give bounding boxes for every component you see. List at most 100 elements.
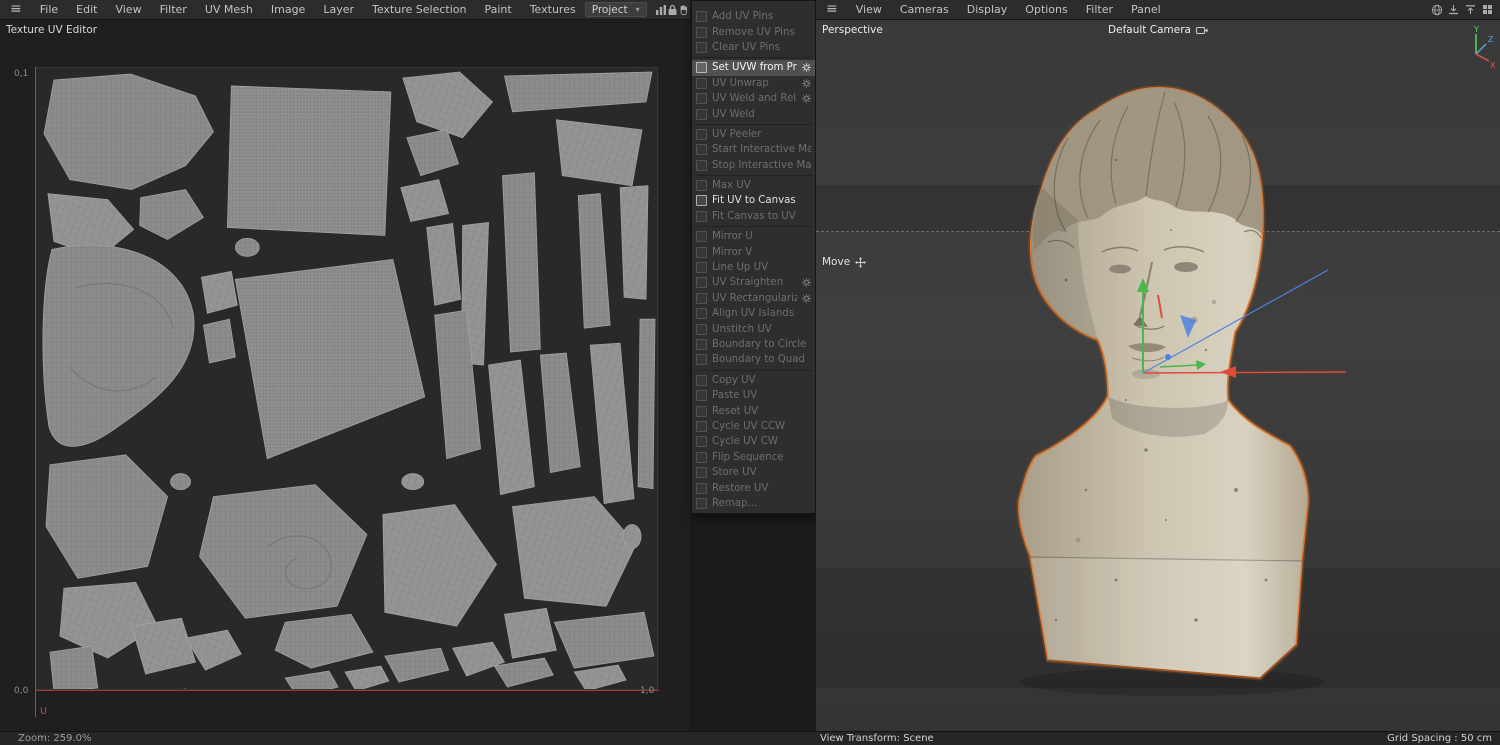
uv-commands-context-menu: Add UV Pins Remove UV Pins Clear UV Pins… <box>691 0 816 514</box>
menu-separator <box>692 55 815 60</box>
reset-icon <box>696 406 707 417</box>
flip-icon <box>696 452 707 463</box>
menu-separator <box>692 224 815 229</box>
vp-menu-cameras[interactable]: Cameras <box>891 0 958 20</box>
menu-item-stop-interactive-mapping: Stop Interactive Mapping <box>692 158 815 173</box>
menu-file[interactable]: File <box>31 0 67 20</box>
histogram-icon[interactable] <box>655 1 667 18</box>
view-transform-status: View Transform: Scene <box>820 733 934 744</box>
menu-item-boundary-to-quad: Boundary to Quad <box>692 352 815 367</box>
vp-menu-panel[interactable]: Panel <box>1122 0 1170 20</box>
restore-icon <box>696 483 707 494</box>
stop-mapping-icon <box>696 160 707 171</box>
grid-spacing-status: Grid Spacing : 50 cm <box>1387 733 1492 744</box>
z-axis-label: Z <box>1488 35 1494 44</box>
align-islands-icon <box>696 308 707 319</box>
menu-image[interactable]: Image <box>262 0 314 20</box>
uv-coord-top-left: 0,1 <box>14 69 28 79</box>
menu-edit[interactable]: Edit <box>67 0 106 20</box>
menu-item-store-uv: Store UV <box>692 465 815 480</box>
pan-hand-icon[interactable] <box>678 1 690 18</box>
menu-item-uv-rectangularize: UV Rectangularize <box>692 291 815 306</box>
rectangularize-icon <box>696 293 707 304</box>
menu-item-cycle-uv-cw: Cycle UV CW <box>692 434 815 449</box>
project-dropdown[interactable]: Project ▾ <box>585 2 647 17</box>
menu-item-fit-uv-to-canvas[interactable]: Fit UV to Canvas <box>692 193 815 208</box>
layout-grid-icon[interactable] <box>1479 1 1496 18</box>
axis-orientation-widget[interactable]: Y Z X <box>1450 24 1496 78</box>
remap-icon <box>696 498 707 509</box>
mirror-v-icon <box>696 247 707 258</box>
pin-clear-icon <box>696 42 707 53</box>
boundary-quad-icon <box>696 354 707 365</box>
paste-icon <box>696 390 707 401</box>
fit-canvas-icon <box>696 211 707 222</box>
camera-icon <box>1196 26 1208 35</box>
viewport-render[interactable] <box>816 20 1500 731</box>
hamburger-menu-icon[interactable]: ≡ <box>4 0 31 19</box>
globe-icon[interactable] <box>1428 1 1445 18</box>
upload-arrow-icon[interactable] <box>1462 1 1479 18</box>
menu-item-restore-uv: Restore UV <box>692 480 815 495</box>
vp-menu-display[interactable]: Display <box>958 0 1017 20</box>
menu-item-paste-uv: Paste UV <box>692 388 815 403</box>
gizmo-x-axis[interactable] <box>1143 372 1346 373</box>
camera-selector[interactable]: Default Camera <box>1108 24 1208 36</box>
menu-item-set-uvw-from-projection[interactable]: Set UVW from Projection <box>692 60 815 75</box>
menu-item-clear-uv-pins: Clear UV Pins <box>692 40 815 55</box>
menu-item-boundary-to-circle: Boundary to Circle <box>692 337 815 352</box>
gear-icon[interactable] <box>802 63 811 72</box>
menu-item-mirror-u: Mirror U <box>692 229 815 244</box>
boundary-circle-icon <box>696 339 707 350</box>
vp-menu-filter[interactable]: Filter <box>1077 0 1122 20</box>
uv-coord-origin: 0,0 <box>14 686 28 696</box>
menu-item-unstitch-uv: Unstitch UV <box>692 321 815 336</box>
menu-item-add-uv-pins: Add UV Pins <box>692 9 815 24</box>
perspective-viewport[interactable]: Perspective Default Camera Move Y Z X <box>816 20 1500 731</box>
unstitch-icon <box>696 324 707 335</box>
uv-editor-menubar: ≡ File Edit View Filter UV Mesh Image La… <box>0 0 690 20</box>
vp-menu-options[interactable]: Options <box>1016 0 1076 20</box>
cycle-cw-icon <box>696 436 707 447</box>
menu-item-start-interactive-mapping: Start Interactive Mapping <box>692 142 815 157</box>
mirror-u-icon <box>696 231 707 242</box>
menu-view[interactable]: View <box>106 0 150 20</box>
weld-relax-icon <box>696 93 707 104</box>
fit-uv-icon <box>696 195 707 206</box>
gear-icon <box>802 79 811 88</box>
download-arrow-icon[interactable] <box>1445 1 1462 18</box>
menu-item-uv-straighten: UV Straighten <box>692 275 815 290</box>
menu-uv-mesh[interactable]: UV Mesh <box>196 0 262 20</box>
y-axis-label: Y <box>1473 25 1479 34</box>
copy-icon <box>696 375 707 386</box>
store-icon <box>696 467 707 478</box>
line-up-icon <box>696 262 707 273</box>
gizmo-dot-blue[interactable] <box>1165 354 1171 360</box>
project-dropdown-label: Project <box>592 4 628 16</box>
active-tool-label: Move <box>822 256 866 268</box>
camera-label: Default Camera <box>1108 24 1191 36</box>
peeler-icon <box>696 129 707 140</box>
hamburger-menu-icon[interactable]: ≡ <box>820 0 847 19</box>
menu-layer[interactable]: Layer <box>314 0 363 20</box>
gear-icon <box>802 278 811 287</box>
lock-icon[interactable] <box>667 1 678 18</box>
menu-item-cycle-uv-ccw: Cycle UV CCW <box>692 419 815 434</box>
menu-filter[interactable]: Filter <box>151 0 196 20</box>
texture-uv-editor-panel: Texture UV Editor <box>0 20 690 731</box>
u-axis-line <box>35 690 659 691</box>
vp-menu-view[interactable]: View <box>847 0 891 20</box>
bust-model[interactable] <box>1019 88 1308 678</box>
uv-canvas[interactable] <box>35 67 658 690</box>
menu-paint[interactable]: Paint <box>475 0 520 20</box>
chevron-down-icon: ▾ <box>636 5 640 14</box>
menu-item-line-up-uv: Line Up UV <box>692 260 815 275</box>
menu-texture-selection[interactable]: Texture Selection <box>363 0 475 20</box>
status-bar: Zoom: 259.0% View Transform: Scene Grid … <box>0 731 1500 745</box>
menu-separator <box>692 173 815 178</box>
menu-textures[interactable]: Textures <box>521 0 585 20</box>
menu-item-uv-unwrap: UV Unwrap <box>692 76 815 91</box>
view-mode-label[interactable]: Perspective <box>822 24 883 36</box>
menu-item-align-uv-islands: Align UV Islands <box>692 306 815 321</box>
unwrap-icon <box>696 78 707 89</box>
